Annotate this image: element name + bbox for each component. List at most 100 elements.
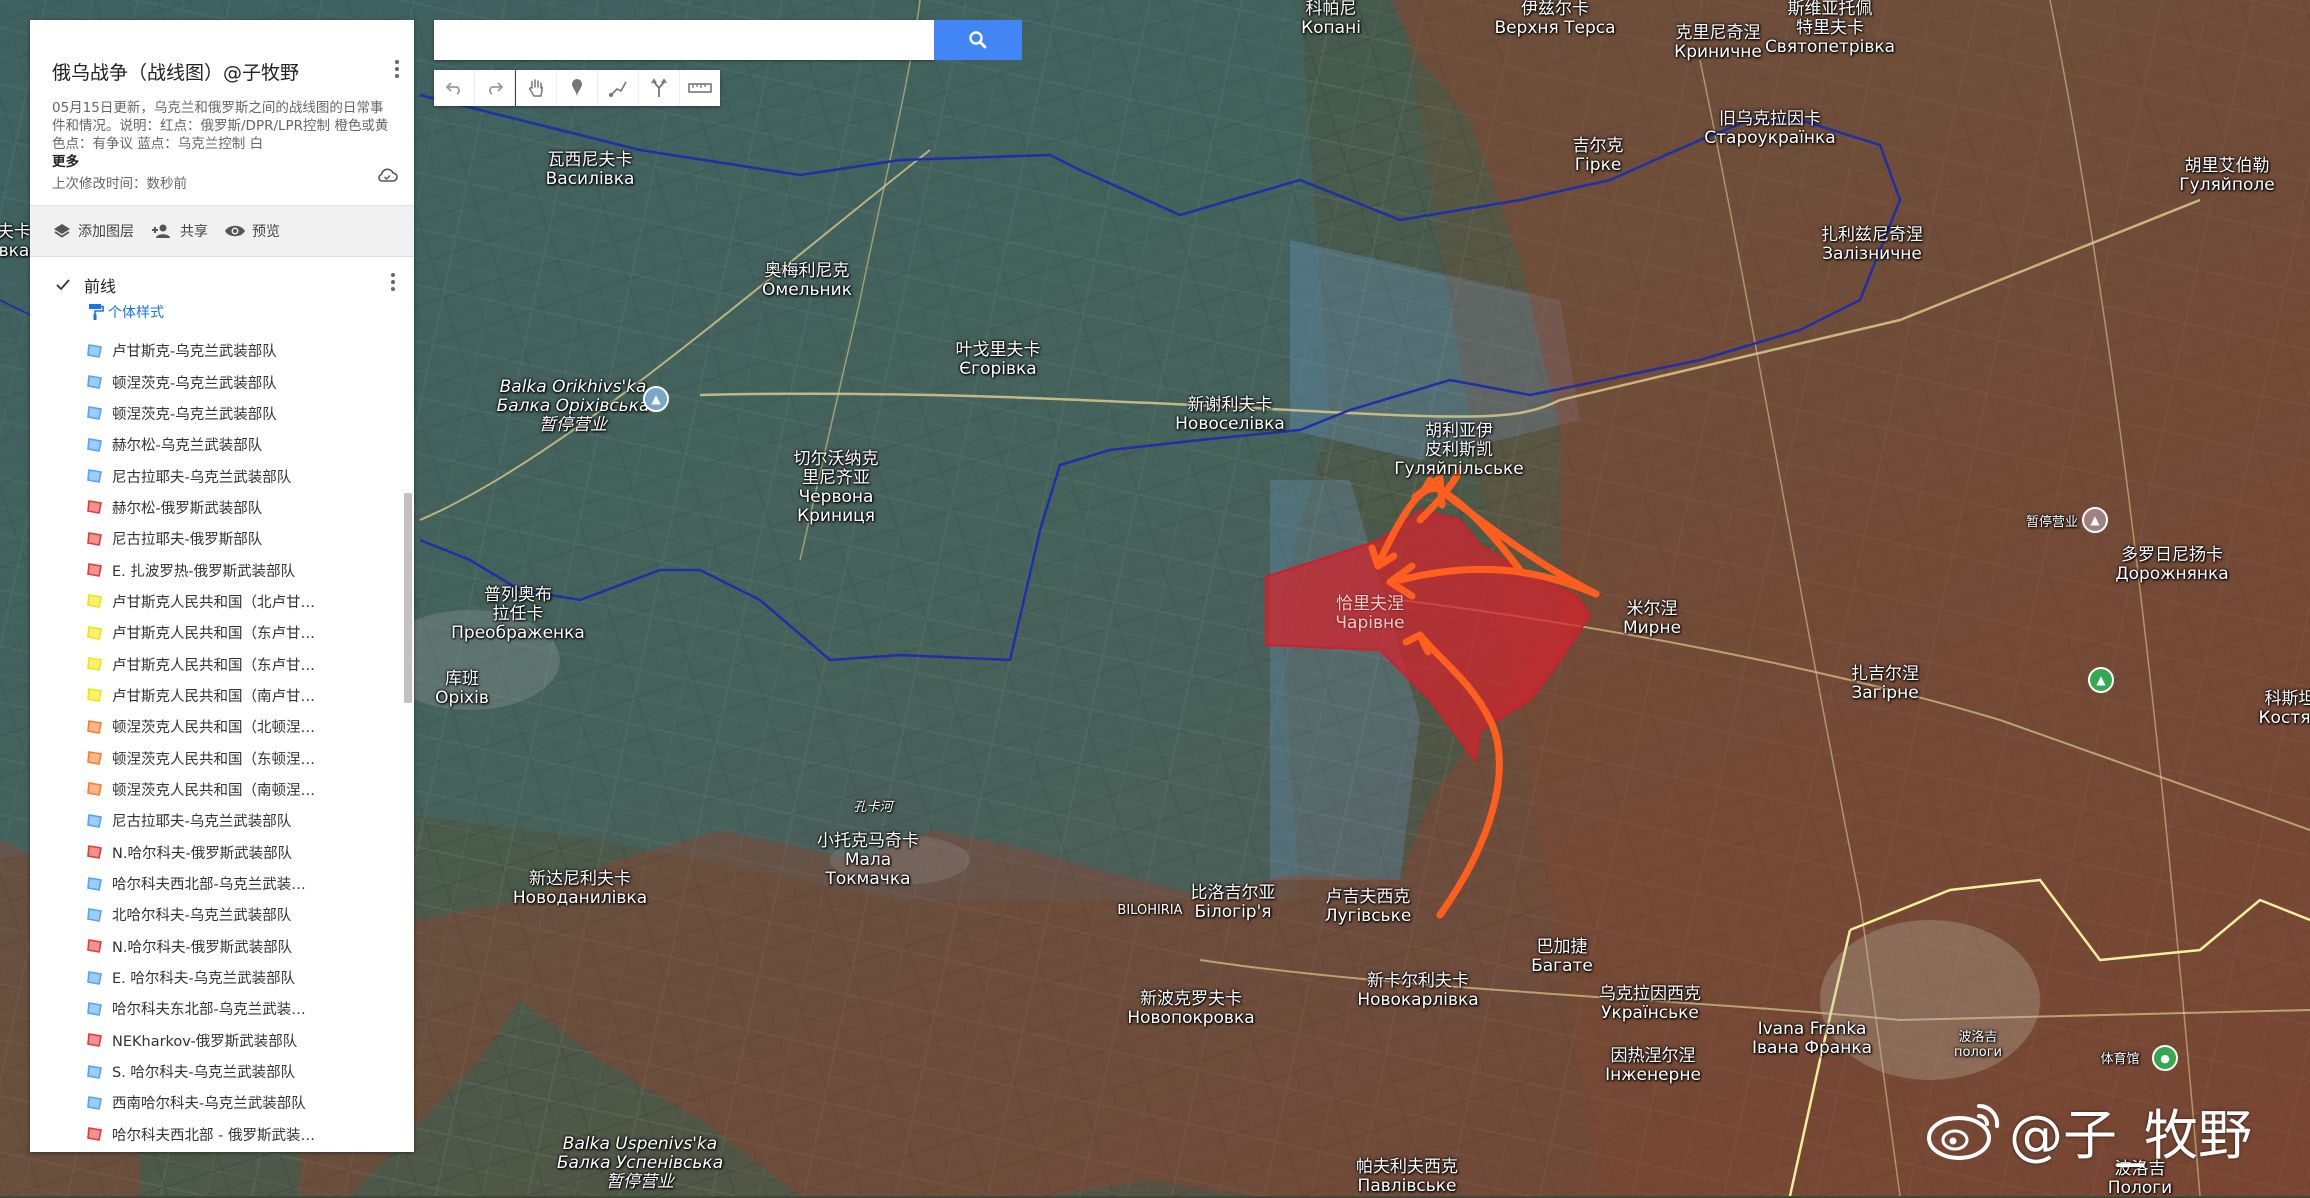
layer-title[interactable]: 前线	[84, 273, 116, 297]
layer-checkbox[interactable]	[56, 278, 70, 292]
layer-item[interactable]: N.哈尔科夫-俄罗斯武装部队	[30, 837, 414, 868]
place-myrne: 米尔涅 Мирне	[1622, 599, 1682, 638]
add-layer-label: 添加图层	[78, 224, 134, 240]
layer-item[interactable]: NEKharkov-俄罗斯武装部队	[30, 1025, 414, 1056]
pan-tool-button[interactable]	[516, 70, 557, 106]
polygon-style-icon[interactable]	[86, 970, 104, 986]
polygon-style-icon[interactable]	[86, 781, 104, 797]
layer-item-label: 顿涅茨克人民共和国（北顿涅…	[112, 720, 315, 737]
layer-item[interactable]: 西南哈尔科夫-乌克兰武装部队	[30, 1087, 414, 1118]
polygon-style-icon[interactable]	[86, 656, 104, 672]
search-input[interactable]	[434, 20, 934, 60]
layer-item[interactable]: 赫尔松-乌克兰武装部队	[30, 429, 414, 460]
layer-item[interactable]: S. 哈尔科夫-乌克兰武装部队	[30, 1056, 414, 1087]
layer-item[interactable]: 顿涅茨克-乌克兰武装部队	[30, 398, 414, 429]
layer-item[interactable]: 卢甘斯克-乌克兰武装部队	[30, 335, 414, 366]
place-pavlivske: 帕夫利夫西克 Павлівське	[1356, 1157, 1458, 1196]
layer-item[interactable]: 卢甘斯克人民共和国（北卢甘…	[30, 586, 414, 617]
polygon-style-icon[interactable]	[86, 499, 104, 515]
layer-item[interactable]: N.哈尔科夫-俄罗斯武装部队	[30, 931, 414, 962]
polygon-style-icon[interactable]	[86, 938, 104, 954]
place-preobrazhenka: 普列奥布 拉任卡 Преображенка	[451, 585, 585, 643]
layer-item[interactable]: 顿涅茨克-乌克兰武装部队	[30, 366, 414, 397]
polygon-style-icon[interactable]	[86, 374, 104, 390]
layer-item[interactable]: 哈尔科夫西北部 - 俄罗斯武装…	[30, 1119, 414, 1150]
panel-scrollbar[interactable]	[404, 493, 412, 703]
more-options-icon[interactable]	[394, 58, 400, 84]
polygon-style-icon[interactable]	[86, 1095, 104, 1111]
polygon-style-icon[interactable]	[86, 468, 104, 484]
preview-label: 预览	[252, 224, 280, 240]
polygon-style-icon[interactable]	[86, 625, 104, 641]
undo-button[interactable]	[434, 70, 475, 106]
polygon-style-icon[interactable]	[86, 844, 104, 860]
place-yehorivka: 叶戈里夫卡 Єгорівка	[955, 340, 1041, 379]
add-marker-button[interactable]	[557, 70, 598, 106]
layer-item-label: 哈尔科夫东北部-乌克兰武装…	[112, 1002, 306, 1019]
layer-item[interactable]: 顿涅茨克人民共和国（南顿涅…	[30, 774, 414, 805]
layer-item-label: 卢甘斯克-乌克兰武装部队	[112, 344, 277, 361]
layer-item[interactable]: 卢甘斯克人民共和国（南卢甘…	[30, 680, 414, 711]
preview-button[interactable]: 预览	[224, 221, 280, 241]
layer-item[interactable]: 尼古拉耶夫-乌克兰武装部队	[30, 460, 414, 491]
measure-button[interactable]	[680, 70, 720, 106]
polygon-style-icon[interactable]	[86, 531, 104, 547]
layer-item[interactable]: 顿涅茨克人民共和国（东顿涅…	[30, 742, 414, 773]
polygon-style-icon[interactable]	[86, 343, 104, 359]
layer-item[interactable]: 赫尔松-俄罗斯武装部队	[30, 492, 414, 523]
polygon-style-icon[interactable]	[86, 405, 104, 421]
place-charivne: 恰里夫涅 Чарівне	[1335, 594, 1405, 633]
polygon-style-icon[interactable]	[86, 907, 104, 923]
layer-item-label: 尼古拉耶夫-乌克兰武装部队	[112, 469, 292, 486]
polygon-style-icon[interactable]	[86, 437, 104, 453]
polygon-style-icon[interactable]	[86, 876, 104, 892]
polygon-style-icon[interactable]	[86, 750, 104, 766]
place-zaliznychne: 扎利兹尼奇涅 Залізничне	[1821, 225, 1923, 264]
map-legend-panel: 俄乌战争（战线图）@子牧野 05月15日更新，乌克兰和俄罗斯之间的战线图的日常事…	[30, 20, 414, 1152]
polygon-style-icon[interactable]	[86, 562, 104, 578]
place-ukrainske: 乌克拉因西克 Українське	[1599, 984, 1701, 1023]
polygon-style-icon[interactable]	[86, 687, 104, 703]
layer-options-icon[interactable]	[390, 271, 396, 297]
eye-icon	[225, 225, 245, 237]
layer-item[interactable]: E. 哈尔科夫-乌克兰武装部队	[30, 962, 414, 993]
park-icon[interactable]: ▲	[2088, 667, 2114, 693]
draw-line-button[interactable]	[598, 70, 639, 106]
more-link[interactable]: 更多	[52, 154, 79, 170]
layer-items-list: 卢甘斯克-乌克兰武装部队 顿涅茨克-乌克兰武装部队 顿涅茨克-乌克兰武装部队 赫尔松-…	[30, 335, 414, 1150]
undo-icon	[445, 82, 460, 95]
stadium-icon[interactable]: ●	[2152, 1045, 2178, 1071]
layer-item[interactable]: 尼古拉耶夫-俄罗斯部队	[30, 523, 414, 554]
polygon-style-icon[interactable]	[86, 813, 104, 829]
layer-item[interactable]: 卢甘斯克人民共和国（东卢甘…	[30, 617, 414, 648]
layer-item[interactable]: 北哈尔科夫-乌克兰武装部队	[30, 899, 414, 930]
map-title[interactable]: 俄乌战争（战线图）@子牧野	[52, 58, 392, 85]
polygon-style-icon[interactable]	[86, 1064, 104, 1080]
layer-item[interactable]: E. 扎波罗热-俄罗斯武装部队	[30, 554, 414, 585]
polygon-style-icon[interactable]	[86, 1001, 104, 1017]
place-bilohiria-road: BILOHIRIA	[1117, 903, 1183, 918]
layer-item[interactable]: 顿涅茨克人民共和国（北顿涅…	[30, 711, 414, 742]
closed-poi-icon[interactable]: ▲	[2082, 507, 2108, 533]
layer-item-label: 赫尔松-乌克兰武装部队	[112, 438, 263, 455]
add-layer-button[interactable]: 添加图层	[52, 221, 134, 241]
polygon-style-icon[interactable]	[86, 719, 104, 735]
directions-button[interactable]	[639, 70, 680, 106]
route-icon	[651, 78, 667, 97]
polygon-style-icon[interactable]	[86, 593, 104, 609]
redo-button[interactable]	[475, 70, 515, 106]
layer-item[interactable]: 尼古拉耶夫-乌克兰武装部队	[30, 805, 414, 836]
polygon-style-icon[interactable]	[86, 1126, 104, 1142]
layer-item-label: 尼古拉耶夫-乌克兰武装部队	[112, 814, 292, 831]
share-button[interactable]: 共享	[150, 221, 208, 241]
closed-poi-icon[interactable]: ▲	[643, 386, 669, 412]
polygon-style-icon[interactable]	[86, 1032, 104, 1048]
search-button[interactable]	[934, 20, 1022, 60]
layer-item[interactable]: 哈尔科夫西北部-乌克兰武装…	[30, 868, 414, 899]
layer-item-label: 卢甘斯克人民共和国（东卢甘…	[112, 626, 315, 643]
place-orikhiv: 库班 Оріхів	[435, 669, 489, 708]
place-novokarlivka: 新卡尔利夫卡 Новокарлівка	[1357, 971, 1479, 1010]
layer-item[interactable]: 哈尔科夫东北部-乌克兰武装…	[30, 993, 414, 1024]
layer-item[interactable]: 卢甘斯克人民共和国（东卢甘…	[30, 648, 414, 679]
place-verkhnia-tersa: 伊兹尔卡 Верхня Терса	[1494, 0, 1616, 38]
